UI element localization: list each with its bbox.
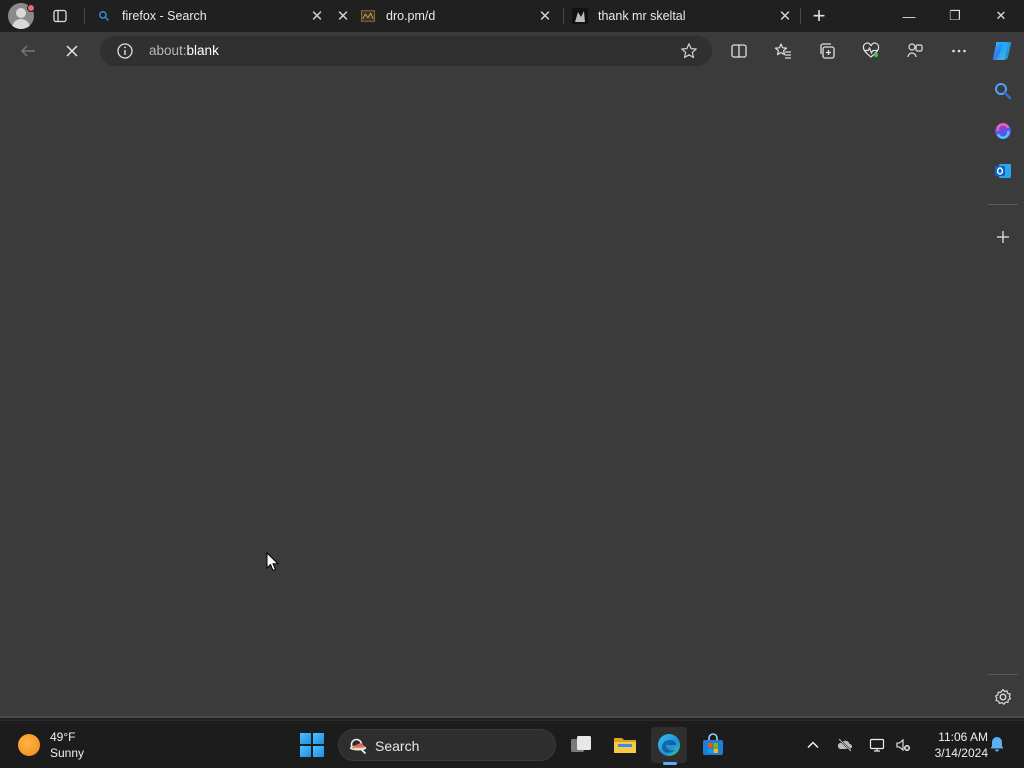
taskbar-file-explorer[interactable] — [607, 727, 643, 763]
window-bottom-border — [0, 716, 1024, 718]
favorites-icon — [774, 43, 791, 59]
volume-tray[interactable] — [892, 734, 914, 756]
tab-firefox-search[interactable]: firefox - Search ✕ — [86, 0, 330, 32]
microsoft-store-icon — [703, 733, 723, 755]
tab-close-button[interactable]: ✕ — [334, 7, 352, 25]
notification-bell-icon[interactable] — [988, 735, 1006, 753]
close-window-button[interactable]: ✕ — [978, 0, 1024, 32]
network-tray[interactable] — [866, 734, 888, 756]
address-text[interactable]: about:blank — [149, 43, 219, 58]
tab-title: firefox - Search — [122, 9, 207, 23]
favorites-button[interactable] — [768, 36, 798, 66]
clock-time: 11:06 AM — [938, 730, 988, 744]
active-app-indicator — [663, 762, 677, 765]
collections-button[interactable] — [812, 36, 842, 66]
back-button[interactable] — [13, 36, 43, 66]
restore-button[interactable]: ❐ — [932, 0, 978, 32]
browser-essentials-icon — [862, 42, 880, 58]
tab-strip: firefox - Search ✕ ✕ dro.pm/d ✕ thank mr… — [0, 0, 1024, 32]
info-icon[interactable] — [116, 42, 134, 60]
copilot-button[interactable] — [987, 36, 1017, 66]
chevron-up-icon — [807, 741, 819, 749]
file-explorer-icon — [614, 738, 636, 753]
add-icon — [997, 231, 1009, 243]
more-icon — [952, 49, 966, 53]
address-prefix: about: — [149, 43, 187, 58]
browser-essentials-button[interactable] — [856, 36, 886, 66]
tab-title: dro.pm/d — [386, 9, 436, 23]
volume-muted-icon — [896, 738, 910, 752]
system-clock[interactable]: 11:06 AM 3/14/2024 — [918, 729, 988, 761]
show-hidden-icons-button[interactable] — [802, 734, 824, 756]
windows-logo-icon — [300, 733, 311, 744]
sidebar-divider — [988, 204, 1018, 205]
taskbar-edge[interactable] — [651, 727, 687, 763]
tab-dro-pm[interactable]: ✕ dro.pm/d ✕ — [332, 0, 558, 32]
weather-temperature: 49°F — [50, 730, 76, 744]
sun-icon — [18, 734, 40, 756]
extensions-button[interactable] — [900, 36, 930, 66]
network-icon — [869, 738, 885, 752]
clock-date: 3/14/2024 — [934, 746, 988, 760]
weather-widget[interactable]: 49°F Sunny — [18, 729, 84, 761]
address-value: blank — [186, 43, 219, 58]
settings-icon — [995, 688, 1012, 705]
edge-icon — [658, 734, 680, 756]
window-controls: — ❐ ✕ — [886, 0, 1024, 32]
onedrive-tray[interactable] — [834, 734, 856, 756]
search-label: Search — [375, 738, 420, 754]
search-icon — [96, 8, 112, 24]
stop-loading-button[interactable] — [57, 36, 87, 66]
site-favicon — [572, 8, 588, 24]
site-favicon — [360, 8, 376, 24]
page-content-blank[interactable] — [0, 70, 982, 718]
tab-separator — [563, 8, 564, 24]
tab-separator — [800, 8, 801, 24]
copilot-icon — [995, 123, 1011, 139]
profile-notification-dot — [27, 4, 35, 12]
sidebar-search-button[interactable] — [990, 78, 1016, 104]
sidebar-copilot-button[interactable] — [990, 118, 1016, 144]
search-highlight-pie-icon — [349, 742, 367, 751]
favorite-star-icon[interactable] — [680, 42, 698, 60]
tab-actions-icon — [53, 9, 67, 23]
minimize-button[interactable]: — — [886, 0, 932, 32]
taskbar-microsoft-store[interactable] — [695, 727, 731, 763]
browser-toolbar: about:blank — [0, 32, 1024, 70]
copilot-icon — [992, 42, 1012, 60]
tab-actions-button[interactable] — [46, 5, 74, 27]
taskbar-search[interactable]: Search — [338, 729, 556, 761]
sidebar-settings-button[interactable] — [990, 684, 1016, 710]
tab-separator — [84, 8, 85, 24]
sidebar-outlook-button[interactable] — [990, 158, 1016, 184]
tab-title: thank mr skeltal — [598, 9, 686, 23]
stop-loading-icon — [66, 45, 78, 57]
new-tab-button[interactable]: + — [806, 3, 832, 28]
start-button[interactable] — [300, 733, 324, 757]
collections-icon — [820, 43, 835, 59]
more-button[interactable] — [944, 36, 974, 66]
tab-close-button[interactable]: ✕ — [536, 7, 554, 25]
edge-sidebar — [982, 70, 1024, 718]
sidebar-divider — [988, 674, 1018, 675]
tab-close-button[interactable]: ✕ — [776, 7, 794, 25]
taskbar-task-view[interactable] — [563, 727, 599, 763]
onedrive-offline-icon — [837, 738, 852, 752]
windows-taskbar: 49°F Sunny Search 11:06 AM 3/14/2024 — [0, 720, 1024, 768]
search-icon — [995, 83, 1012, 100]
split-screen-button[interactable] — [724, 36, 754, 66]
tab-thank-mr-skeltal[interactable]: thank mr skeltal ✕ — [570, 0, 798, 32]
weather-condition: Sunny — [50, 746, 85, 760]
mouse-cursor-icon — [266, 552, 280, 572]
address-bar[interactable]: about:blank — [100, 36, 712, 66]
task-view-icon — [571, 736, 591, 752]
back-icon — [21, 45, 35, 57]
extensions-icon — [907, 43, 923, 58]
sidebar-add-button[interactable] — [990, 224, 1016, 250]
outlook-icon — [995, 164, 1011, 178]
tab-close-button[interactable]: ✕ — [308, 7, 326, 25]
split-screen-icon — [731, 44, 747, 58]
